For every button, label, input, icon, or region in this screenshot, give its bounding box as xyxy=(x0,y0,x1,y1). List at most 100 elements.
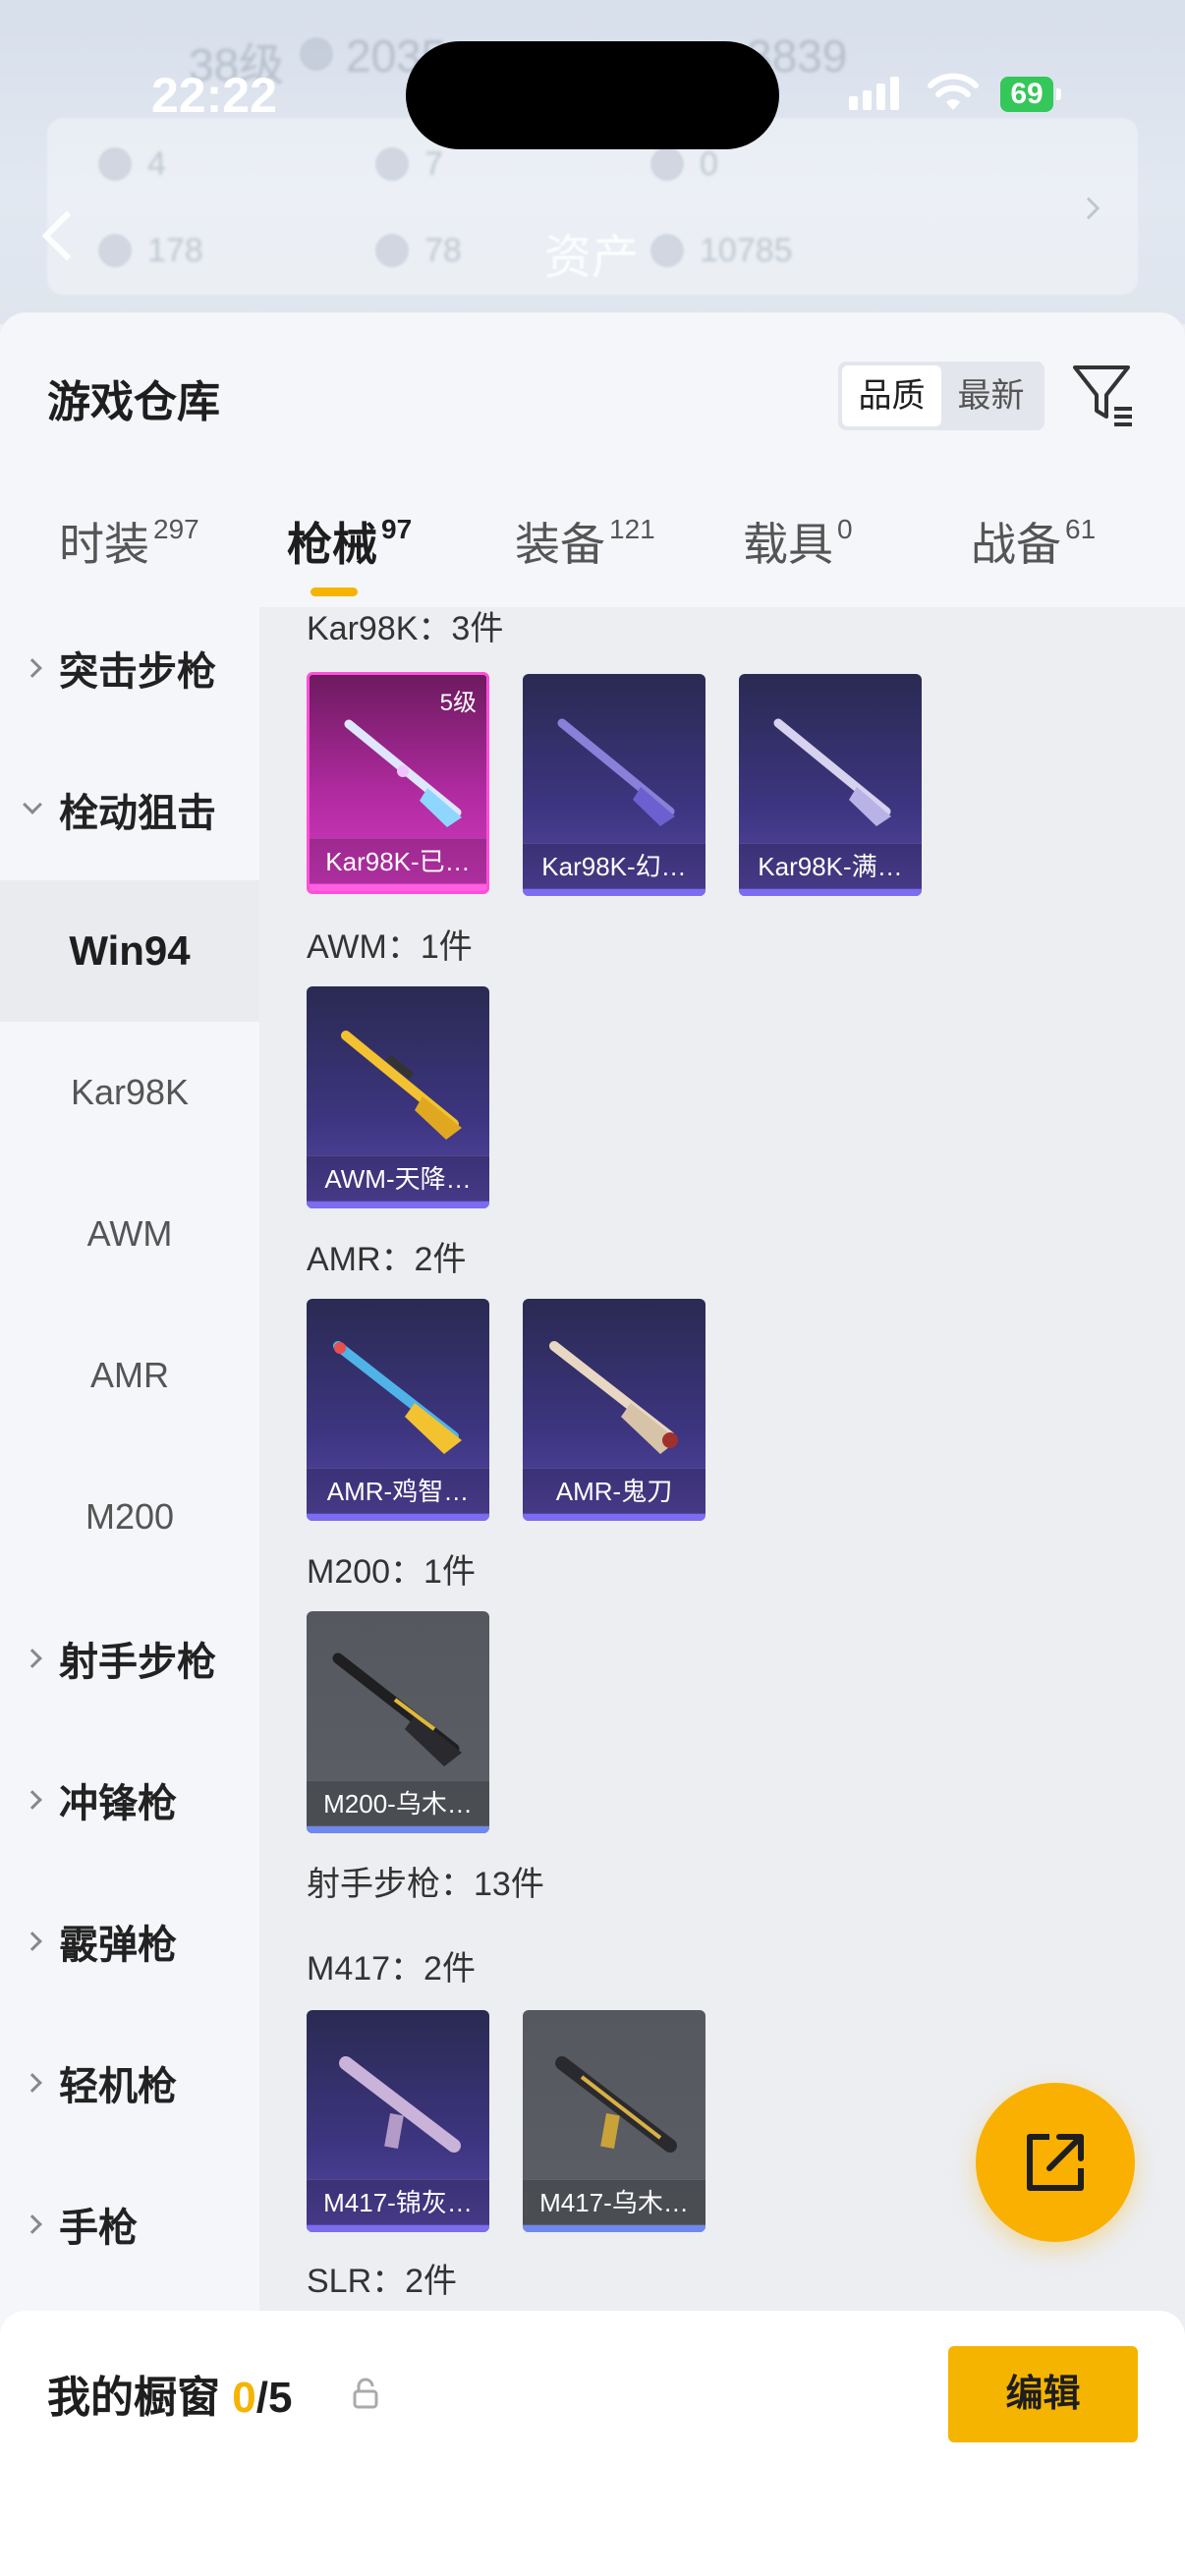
tab-supplies[interactable]: 战备 61 xyxy=(971,509,1096,574)
sidebar-item-kar98k[interactable]: Kar98K xyxy=(0,1022,259,1163)
chevron-right-icon xyxy=(23,1932,42,1951)
ghost-stat: 78 xyxy=(424,232,462,269)
group-title-amr: AMR：2件 xyxy=(307,1241,467,1278)
skin-card[interactable]: AWM-天降… xyxy=(307,986,489,1208)
filter-icon[interactable] xyxy=(1071,362,1134,426)
skin-card[interactable]: M417-锦灰… xyxy=(307,2010,489,2232)
rarity-bar xyxy=(523,889,705,896)
skin-name: M417-乌木… xyxy=(523,2179,705,2224)
tab-count: 61 xyxy=(1065,514,1097,544)
ghost-icon xyxy=(98,147,132,181)
sidebar-item-label: Win94 xyxy=(69,927,191,974)
sidebar-item-marksman-rifle[interactable]: 射手步枪 xyxy=(0,1588,259,1729)
rarity-bar xyxy=(739,889,922,896)
sidebar-item-awm[interactable]: AWM xyxy=(0,1163,259,1305)
lock-icon xyxy=(353,2378,378,2409)
showcase-count: 0 xyxy=(232,2374,256,2422)
tab-count: 297 xyxy=(153,514,199,544)
sidebar-item-label: 突击步枪 xyxy=(59,650,216,694)
skin-level: 5级 xyxy=(439,690,477,716)
rifle-skin-icon xyxy=(555,2056,677,2153)
sidebar-item-lmg[interactable]: 轻机枪 xyxy=(0,2012,259,2154)
rifle-skin-icon xyxy=(339,2056,461,2153)
ghost-stat: 178 xyxy=(147,232,203,269)
warehouse-title: 游戏仓库 xyxy=(47,378,220,426)
sidebar-item-assault-rifle[interactable]: 突击步枪 xyxy=(0,597,259,739)
group-title-awm: AWM：1件 xyxy=(307,928,473,966)
tab-count: 0 xyxy=(837,514,853,544)
tab-equipment[interactable]: 装备 121 xyxy=(515,509,655,574)
tab-guns[interactable]: 枪械 97 xyxy=(287,509,412,574)
tab-label: 载具 xyxy=(743,519,833,570)
skin-name: Kar98K-已… xyxy=(310,838,486,883)
share-button[interactable] xyxy=(976,2083,1135,2242)
battery-tip xyxy=(1056,88,1061,100)
sidebar-item-label: 冲锋枪 xyxy=(59,1782,177,1825)
ghost-icon xyxy=(375,147,409,181)
showcase-total: /5 xyxy=(255,2374,293,2422)
dynamic-island xyxy=(406,41,779,149)
sidebar-item-label: AWM xyxy=(86,1213,173,1254)
sidebar-item-smg[interactable]: 冲锋枪 xyxy=(0,1729,259,1871)
sidebar-item-amr[interactable]: AMR xyxy=(0,1305,259,1446)
group-title-m200: M200：1件 xyxy=(307,1553,476,1591)
skin-card[interactable]: 5级 Kar98K-已… xyxy=(307,672,489,894)
skin-card[interactable]: Kar98K-幻… xyxy=(523,674,705,896)
cellular-signal-icon xyxy=(849,77,899,110)
ghost-icon xyxy=(98,234,132,267)
sidebar-item-m200[interactable]: M200 xyxy=(0,1446,259,1588)
tab-vehicles[interactable]: 载具 0 xyxy=(743,509,853,574)
rarity-bar xyxy=(307,1514,489,1521)
rarity-bar xyxy=(307,1202,489,1208)
ghost-icon xyxy=(650,147,684,181)
sidebar-item-pistol[interactable]: 手枪 xyxy=(0,2154,259,2295)
sidebar-item-label: 射手步枪 xyxy=(59,1641,216,1684)
skin-card[interactable]: Kar98K-满… xyxy=(739,674,922,896)
showcase-label: 我的橱窗 0/5 xyxy=(47,2362,292,2425)
skin-card[interactable]: AMR-鬼刀 xyxy=(523,1299,705,1521)
ghost-icon xyxy=(650,234,684,267)
group-title-marksman: 射手步枪：13件 xyxy=(307,1866,544,1903)
sidebar-item-shotgun[interactable]: 霰弹枪 xyxy=(0,1871,259,2012)
edit-button[interactable]: 编辑 xyxy=(948,2346,1138,2442)
page-title: 资产 xyxy=(544,232,640,284)
tab-label: 战备 xyxy=(971,519,1061,570)
chevron-right-icon xyxy=(23,658,42,678)
tab-fashion[interactable]: 时装 297 xyxy=(59,509,199,574)
ghost-stat: 10785 xyxy=(700,232,793,269)
sidebar-item-win94[interactable]: Win94 xyxy=(0,880,259,1022)
sidebar-item-bolt-sniper[interactable]: 栓动狙击 xyxy=(0,739,259,880)
rarity-bar xyxy=(310,884,486,891)
rifle-skin-icon xyxy=(773,718,891,826)
chevron-down-icon xyxy=(23,795,42,814)
rarity-bar xyxy=(307,1826,489,1833)
skin-name: Kar98K-幻… xyxy=(523,843,705,888)
skin-card[interactable]: AMR-鸡智… xyxy=(307,1299,489,1521)
tab-label: 时装 xyxy=(59,519,149,570)
skin-name: M200-乌木… xyxy=(307,1780,489,1825)
skin-card[interactable]: M417-乌木… xyxy=(523,2010,705,2232)
skin-name: AMR-鬼刀 xyxy=(523,1468,705,1513)
sniper-skin-icon xyxy=(332,1652,462,1766)
tab-label: 枪械 xyxy=(287,519,377,570)
sniper-skin-icon xyxy=(333,1341,462,1454)
group-title-slr: SLR：2件 xyxy=(307,2263,458,2300)
status-time: 22:22 xyxy=(151,68,277,123)
chevron-right-icon xyxy=(23,1790,42,1810)
sidebar-item-label: 栓动狙击 xyxy=(59,792,216,835)
chevron-right-icon xyxy=(23,2214,42,2234)
sort-quality-option[interactable]: 品质 xyxy=(842,365,941,426)
skin-name: Kar98K-满… xyxy=(739,843,922,888)
share-icon xyxy=(1027,2134,1084,2191)
ghost-icon xyxy=(375,234,409,267)
sort-latest-option[interactable]: 最新 xyxy=(941,365,1041,426)
weapon-type-sidebar: 突击步枪 栓动狙击 Win94 Kar98K AWM AMR M200 射手步枪… xyxy=(0,607,259,2366)
chevron-right-icon xyxy=(23,2073,42,2093)
sniper-skin-icon xyxy=(341,1031,462,1140)
ghost-stat: 7 xyxy=(424,145,443,183)
sidebar-item-label: 霰弹枪 xyxy=(59,1924,177,1967)
sidebar-item-label: M200 xyxy=(85,1496,175,1537)
sidebar-item-label: Kar98K xyxy=(70,1072,190,1112)
skin-name: AWM-天降… xyxy=(307,1155,489,1201)
skin-card[interactable]: M200-乌木… xyxy=(307,1611,489,1833)
